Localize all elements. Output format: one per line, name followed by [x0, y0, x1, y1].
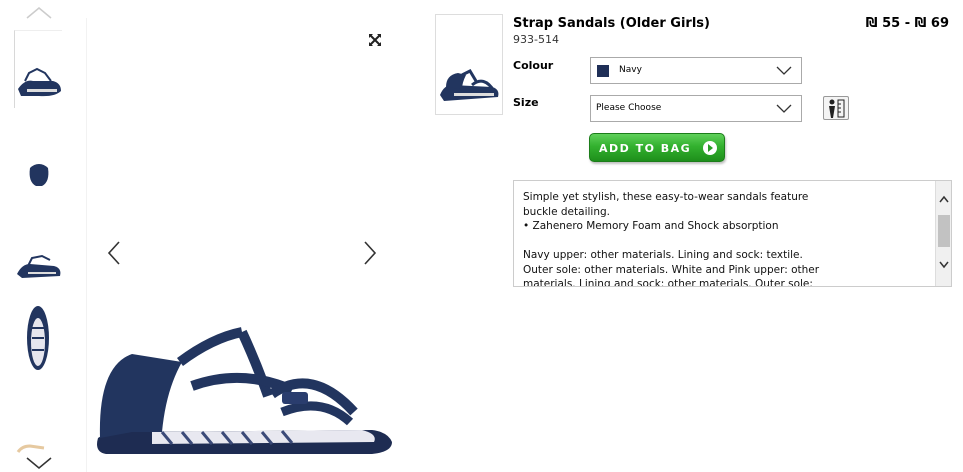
- chevron-up-icon: [26, 7, 52, 19]
- colour-label: Colour: [513, 59, 554, 72]
- thumbnail-sandal-top-image: [27, 306, 49, 370]
- thumbnails-up-button[interactable]: [22, 4, 56, 22]
- chevron-left-icon: [107, 241, 120, 265]
- colour-select-value: Navy: [619, 65, 642, 75]
- size-guide-icon: [829, 99, 845, 118]
- arrow-circle-icon: [703, 141, 717, 155]
- expand-image-button[interactable]: [368, 32, 382, 46]
- sandal-photo: [97, 327, 392, 454]
- add-to-bag-label: ADD TO BAG: [599, 142, 692, 155]
- product-description: Simple yet stylish, these easy-to-wear s…: [523, 190, 828, 287]
- product-description-box: Simple yet stylish, these easy-to-wear s…: [513, 180, 952, 287]
- description-bullet: • Zahenero Memory Foam and Shock absorpt…: [523, 220, 779, 232]
- size-select[interactable]: Please Choose: [590, 95, 802, 122]
- description-line: Simple yet stylish, these easy-to-wear s…: [523, 191, 809, 218]
- product-thumbnail: [435, 14, 503, 115]
- product-sku: 933-514: [513, 33, 559, 46]
- colour-select[interactable]: Navy: [590, 57, 802, 84]
- size-label: Size: [513, 96, 539, 109]
- product-thumbnail-image: [440, 69, 499, 101]
- scroll-up-icon[interactable]: [939, 195, 949, 203]
- chevron-down-icon: [776, 66, 792, 75]
- add-to-bag-button[interactable]: ADD TO BAG: [589, 133, 725, 162]
- thumbnail-3[interactable]: [14, 208, 62, 286]
- size-select-value: Please Choose: [596, 103, 662, 113]
- thumbnails-down-button[interactable]: [22, 454, 56, 472]
- thumbnail-2[interactable]: [14, 120, 62, 198]
- thumbnail-sandal-side2-image: [17, 254, 61, 278]
- chevron-right-icon: [364, 241, 377, 265]
- thumbnail-sandal-back-image: [29, 164, 49, 186]
- chevron-down-icon: [776, 104, 792, 113]
- size-guide-button[interactable]: [823, 96, 849, 120]
- description-materials: Navy upper: other materials. Lining and …: [523, 249, 820, 287]
- colour-swatch: [597, 65, 609, 77]
- product-title: Strap Sandals (Older Girls): [513, 16, 710, 31]
- scrollbar-thumb[interactable]: [938, 215, 950, 247]
- expand-icon: [369, 34, 381, 46]
- previous-image-button[interactable]: [106, 240, 122, 266]
- thumbnail-sandal-side-image: [18, 67, 61, 97]
- thumbnail-strip: [0, 0, 78, 472]
- description-scrollbar[interactable]: [935, 181, 951, 286]
- product-price: ₪ 55 - ₪ 69: [865, 16, 949, 31]
- scroll-down-icon[interactable]: [939, 261, 949, 269]
- next-image-button[interactable]: [362, 240, 378, 266]
- chevron-down-icon: [26, 457, 52, 469]
- thumbnail-1[interactable]: [14, 30, 62, 108]
- thumbnail-4[interactable]: [14, 298, 62, 376]
